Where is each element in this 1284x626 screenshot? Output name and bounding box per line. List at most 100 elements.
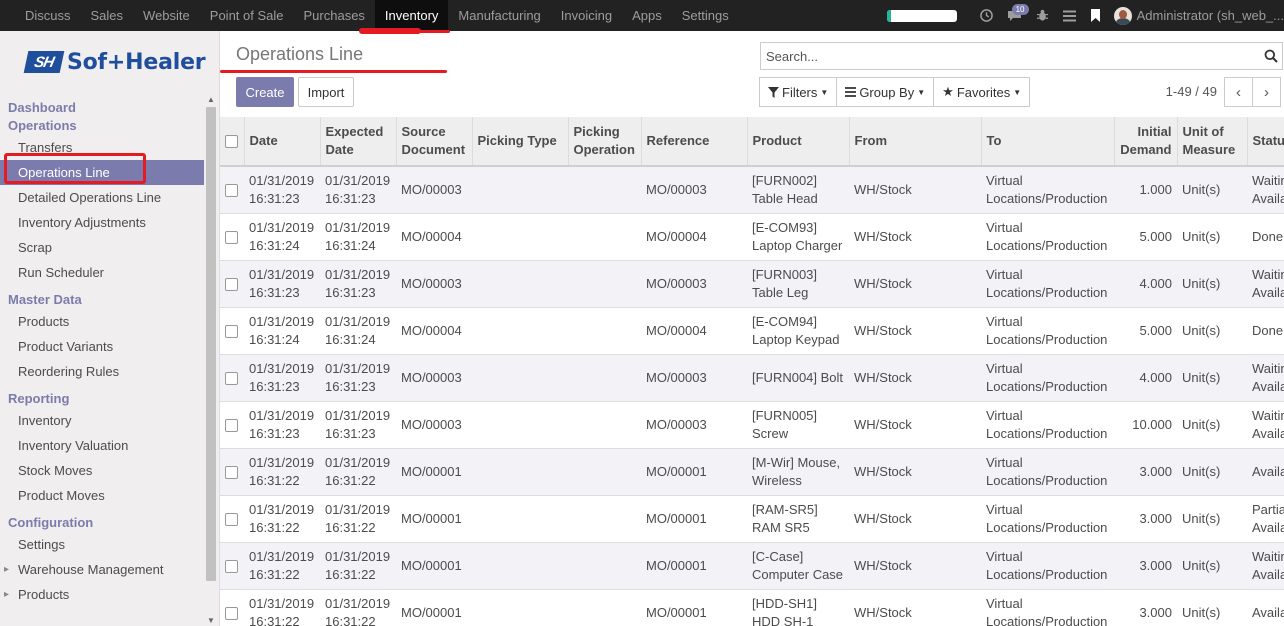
column-header-date[interactable]: Date <box>244 117 321 167</box>
column-header-from[interactable]: From <box>849 117 982 167</box>
list-icon[interactable] <box>1062 10 1076 22</box>
sidebar-item-reordering-rules[interactable]: Reordering Rules <box>0 359 204 384</box>
sidebar-item-product-variants[interactable]: Product Variants <box>0 334 204 359</box>
column-header-initial-demand[interactable]: Initial Demand <box>1114 117 1178 167</box>
app-menu-sales[interactable]: Sales <box>81 0 134 31</box>
list-view: Date Expected Date Source Document Picking … <box>220 117 1284 626</box>
cell-product: [M-Wir] Mouse, Wireless <box>747 447 849 495</box>
logo-brand: Sof+Healer <box>67 49 206 75</box>
cell-initial-demand: 3.000 <box>1114 447 1177 495</box>
filters-button[interactable]: Filters ▼ <box>759 77 838 107</box>
pager-value[interactable]: 1-49 / 49 <box>1166 84 1217 99</box>
sidebar-item-inventory-adjustments[interactable]: Inventory Adjustments <box>0 210 204 235</box>
table-row[interactable]: 01/31/2019 16:31:24 01/31/2019 16:31:24 MO… <box>220 212 1284 260</box>
pager-next-button[interactable]: › <box>1252 77 1281 107</box>
table-row[interactable]: 01/31/2019 16:31:22 01/31/2019 16:31:22 MO… <box>220 447 1284 495</box>
row-checkbox[interactable] <box>225 465 238 479</box>
column-header-reference[interactable]: Reference <box>641 117 748 167</box>
app-menu-point-of-sale[interactable]: Point of Sale <box>200 0 294 31</box>
row-checkbox[interactable] <box>225 512 238 526</box>
column-header-source-document[interactable]: Source Document <box>396 117 473 167</box>
row-checkbox[interactable] <box>225 371 238 385</box>
cell-date: 01/31/2019 16:31:22 <box>244 541 320 589</box>
import-button[interactable]: Import <box>298 77 354 107</box>
column-header-to[interactable]: To <box>981 117 1115 167</box>
app-menu-manufacturing[interactable]: Manufacturing <box>448 0 550 31</box>
sidebar-item-products[interactable]: Products <box>0 582 204 607</box>
sidebar-item-operations-line[interactable]: Operations Line <box>0 160 204 185</box>
table-row[interactable]: 01/31/2019 16:31:23 01/31/2019 16:31:23 MO… <box>220 400 1284 448</box>
cell-status: Partially Available <box>1247 494 1284 542</box>
group-by-label: Group By <box>859 84 915 100</box>
filter-icon <box>768 86 779 98</box>
cell-picking-operation <box>568 165 641 213</box>
create-button[interactable]: Create <box>236 77 294 107</box>
sidebar-item-stock-moves[interactable]: Stock Moves <box>0 458 204 483</box>
row-checkbox[interactable] <box>225 183 238 197</box>
row-select-cell <box>220 212 244 260</box>
sidebar-item-warehouse-management[interactable]: Warehouse Management <box>0 557 204 582</box>
column-header-expected-date[interactable]: Expected Date <box>320 117 397 167</box>
cell-picking-type <box>472 400 568 448</box>
user-menu[interactable]: Administrator (sh_web_... <box>1113 6 1284 25</box>
cell-product: [RAM-SR5] RAM SR5 <box>747 494 849 542</box>
chat-icon[interactable]: 10 <box>1007 4 1029 22</box>
select-all-checkbox[interactable] <box>225 135 238 149</box>
sidebar-item-settings[interactable]: Settings <box>0 532 204 557</box>
sidebar-item-inventory[interactable]: Inventory <box>0 408 204 433</box>
table-row[interactable]: 01/31/2019 16:31:22 01/31/2019 16:31:22 MO… <box>220 494 1284 542</box>
avatar <box>1113 6 1132 25</box>
app-menu-purchases[interactable]: Purchases <box>294 0 375 31</box>
row-checkbox[interactable] <box>225 277 238 291</box>
row-checkbox[interactable] <box>225 559 238 573</box>
table-row[interactable]: 01/31/2019 16:31:22 01/31/2019 16:31:22 MO… <box>220 541 1284 589</box>
app-menu-website[interactable]: Website <box>133 0 200 31</box>
group-by-button[interactable]: Group By ▼ <box>836 77 935 107</box>
table-row[interactable]: 01/31/2019 16:31:23 01/31/2019 16:31:23 MO… <box>220 165 1284 213</box>
clock-icon[interactable] <box>979 9 993 22</box>
row-checkbox[interactable] <box>225 324 238 338</box>
table-row[interactable]: 01/31/2019 16:31:23 01/31/2019 16:31:23 MO… <box>220 259 1284 307</box>
column-header-picking-type[interactable]: Picking Type <box>472 117 569 167</box>
scroll-up-icon[interactable]: ▲ <box>207 95 215 104</box>
column-header-picking-operation[interactable]: Picking Operation <box>568 117 642 167</box>
search-input[interactable] <box>761 43 1251 69</box>
bug-icon[interactable] <box>1036 9 1049 22</box>
sidebar-item-products[interactable]: Products <box>0 309 204 334</box>
bookmark-icon[interactable] <box>1090 9 1101 22</box>
caret-down-icon: ▼ <box>1013 87 1022 97</box>
row-checkbox[interactable] <box>225 230 238 244</box>
sidebar-item-product-moves[interactable]: Product Moves <box>0 483 204 508</box>
sidebar-item-scrap[interactable]: Scrap <box>0 235 204 260</box>
cell-date: 01/31/2019 16:31:23 <box>244 400 320 448</box>
column-header-product[interactable]: Product <box>747 117 850 167</box>
row-checkbox[interactable] <box>225 418 238 432</box>
app-menu-apps[interactable]: Apps <box>622 0 672 31</box>
cell-product: [HDD-SH1] HDD SH-1 <box>747 588 849 626</box>
scroll-down-icon[interactable]: ▼ <box>207 616 215 625</box>
row-select-cell <box>220 165 244 213</box>
app-menu-inventory[interactable]: Inventory <box>372 0 451 33</box>
table-row[interactable]: 01/31/2019 16:31:24 01/31/2019 16:31:24 MO… <box>220 306 1284 354</box>
cell-date: 01/31/2019 16:31:23 <box>244 165 320 213</box>
table-row[interactable]: 01/31/2019 16:31:23 01/31/2019 16:31:23 MO… <box>220 353 1284 401</box>
column-header-status[interactable]: Status <box>1247 117 1284 167</box>
favorites-button[interactable]: ★ Favorites ▼ <box>933 77 1031 107</box>
cell-picking-type <box>472 588 568 626</box>
app-menu-invoicing[interactable]: Invoicing <box>551 0 622 31</box>
row-checkbox[interactable] <box>225 606 238 620</box>
search-icon[interactable] <box>1264 49 1278 63</box>
app-menu-discuss[interactable]: Discuss <box>15 0 81 31</box>
sidebar-item-transfers[interactable]: Transfers <box>0 135 204 160</box>
sidebar-item-inventory-valuation[interactable]: Inventory Valuation <box>0 433 204 458</box>
column-header-unit-of-measure[interactable]: Unit of Measure <box>1177 117 1248 167</box>
cell-product: [E-COM93] Laptop Charger <box>747 212 849 260</box>
pager-previous-button[interactable]: ‹ <box>1224 77 1253 107</box>
app-menu-settings[interactable]: Settings <box>672 0 739 31</box>
sidebar-scrollbar[interactable]: ▲ ▼ <box>205 93 217 625</box>
scrollbar-thumb[interactable] <box>206 107 216 581</box>
cell-unit-of-measure: Unit(s) <box>1177 588 1247 626</box>
table-row[interactable]: 01/31/2019 16:31:22 01/31/2019 16:31:22 MO… <box>220 588 1284 626</box>
sidebar-item-run-scheduler[interactable]: Run Scheduler <box>0 260 204 285</box>
sidebar-item-detailed-operations-line[interactable]: Detailed Operations Line <box>0 185 204 210</box>
